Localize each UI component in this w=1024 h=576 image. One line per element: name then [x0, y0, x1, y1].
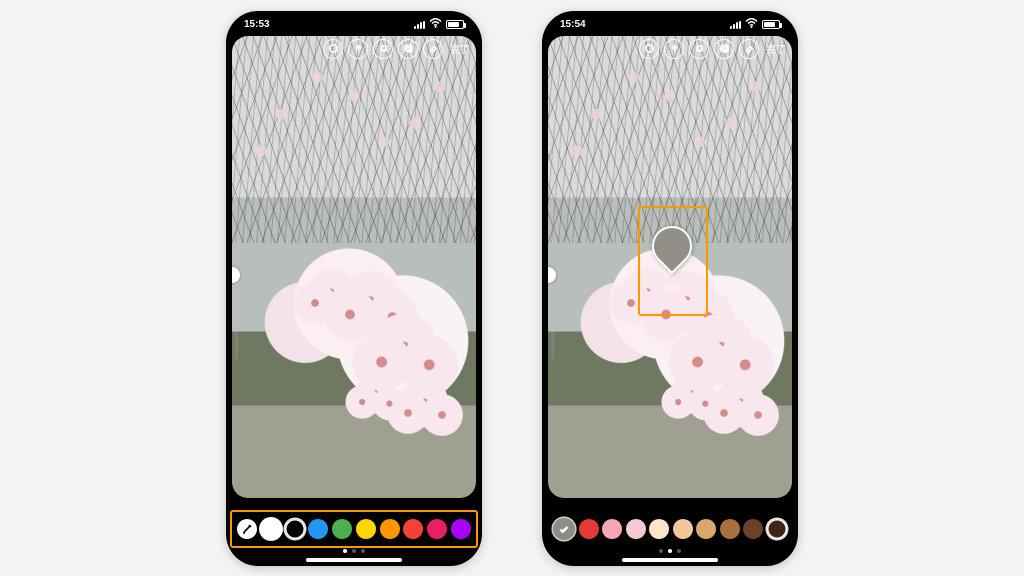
tool-marker-icon[interactable] [689, 39, 709, 59]
color-swatch-black[interactable] [285, 519, 305, 539]
tool-eraser-icon[interactable] [423, 39, 443, 59]
tool-neon-icon[interactable] [398, 39, 418, 59]
brush-size-slider[interactable] [551, 128, 554, 359]
eyedropper-button[interactable] [237, 519, 257, 539]
color-swatch-pink[interactable] [427, 519, 447, 539]
color-swatch-deep-brown[interactable] [767, 519, 787, 539]
brush-size-slider[interactable] [235, 128, 238, 359]
status-time: 15:54 [560, 19, 586, 30]
tool-arrow-icon[interactable] [348, 39, 368, 59]
viewport[interactable]: 完了 [548, 36, 792, 498]
color-swatch-white[interactable] [261, 519, 281, 539]
palette-page-dots[interactable] [542, 549, 798, 553]
editor-topbar: 完了 [232, 39, 476, 59]
wifi-icon [429, 18, 442, 31]
battery-icon [762, 20, 780, 29]
tool-eraser-icon[interactable] [739, 39, 759, 59]
viewport[interactable]: 完了 [232, 36, 476, 498]
phone-screen-right: 15:54 完了 [542, 11, 798, 566]
phone-screen-left: 15:53 完了 [226, 11, 482, 566]
color-swatch-green[interactable] [332, 519, 352, 539]
color-swatch-yellow[interactable] [356, 519, 376, 539]
color-swatch-cream[interactable] [649, 519, 669, 539]
battery-icon [446, 20, 464, 29]
status-icons [414, 18, 464, 31]
color-swatch-dark-brown[interactable] [743, 519, 763, 539]
palette-page-dots[interactable] [226, 549, 482, 553]
tool-pen-icon[interactable] [639, 39, 659, 59]
color-palette [548, 514, 792, 544]
eyedropper-loupe[interactable] [652, 226, 696, 280]
done-button[interactable]: 完了 [450, 41, 470, 56]
status-icons [730, 18, 780, 31]
tool-neon-icon[interactable] [714, 39, 734, 59]
home-indicator[interactable] [622, 558, 718, 562]
confirm-color-button[interactable] [553, 518, 575, 540]
wifi-icon [745, 18, 758, 31]
color-swatch-red[interactable] [403, 519, 423, 539]
status-bar: 15:54 [542, 14, 798, 36]
cellular-icon [730, 21, 741, 29]
tool-marker-icon[interactable] [373, 39, 393, 59]
status-bar: 15:53 [226, 14, 482, 36]
color-swatch-magenta[interactable] [451, 519, 471, 539]
story-photo [232, 36, 476, 498]
color-swatch-blue[interactable] [308, 519, 328, 539]
cellular-icon [414, 21, 425, 29]
tool-arrow-icon[interactable] [664, 39, 684, 59]
color-swatch-brown[interactable] [720, 519, 740, 539]
color-swatch-tan[interactable] [696, 519, 716, 539]
tool-pen-icon[interactable] [323, 39, 343, 59]
color-swatch-peach[interactable] [673, 519, 693, 539]
editor-topbar: 完了 [548, 39, 792, 59]
home-indicator[interactable] [306, 558, 402, 562]
done-button[interactable]: 完了 [766, 41, 786, 56]
status-time: 15:53 [244, 19, 270, 30]
color-swatch-orange[interactable] [380, 519, 400, 539]
color-palette [232, 514, 476, 544]
color-swatch-pale-pink[interactable] [626, 519, 646, 539]
color-swatch-light-pink[interactable] [602, 519, 622, 539]
color-swatch-red[interactable] [579, 519, 599, 539]
